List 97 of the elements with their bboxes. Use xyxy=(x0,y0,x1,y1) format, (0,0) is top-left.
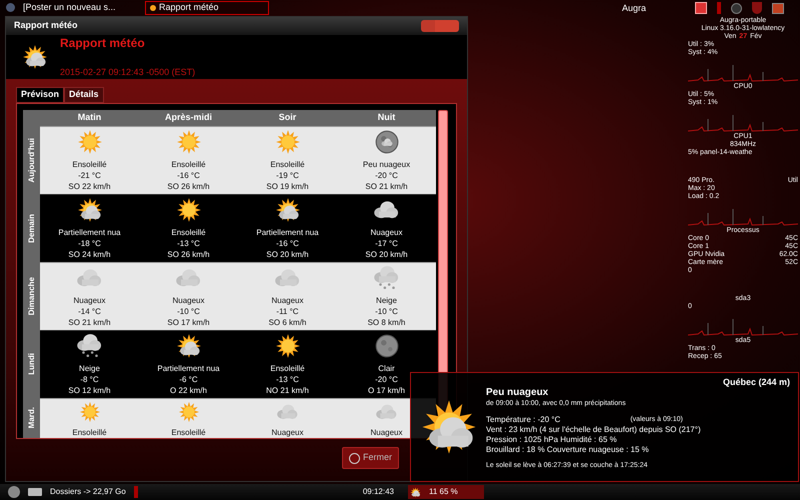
column-header: Après-midi xyxy=(164,111,213,124)
report-heading: Rapport météo xyxy=(60,35,146,52)
forecast-wind: SO 24 km/h xyxy=(68,249,111,260)
clock-label: 09:12:43 xyxy=(362,486,394,498)
weather-detail: Brouillard : 18 % Couverture nuageuse : 15 % xyxy=(486,445,650,455)
user-name: Augra xyxy=(622,2,646,15)
forecast-wind: NO 21 km/h xyxy=(266,385,309,396)
forecast-wind: O 17 km/h xyxy=(368,385,405,396)
condition-label: Peu nuageux xyxy=(486,387,550,399)
moon-icon xyxy=(374,333,400,359)
forecast-temperature: -16 °C xyxy=(276,238,299,249)
window-title: Rapport météo xyxy=(14,19,78,32)
forecast-condition: Ensoleillé xyxy=(171,427,206,438)
forecast-wind: SO 17 km/h xyxy=(167,317,210,328)
forecast-wind: SO 6 km/h xyxy=(268,317,306,328)
forecast-temperature: -10 °C xyxy=(177,306,200,317)
forecast-wind: SO 21 km/h xyxy=(365,181,408,192)
forecast-condition: Ensoleillé xyxy=(72,427,107,438)
forecast-temperature: -13 °C xyxy=(177,238,200,249)
forecast-wind: SO 26 km/h xyxy=(167,181,210,192)
row-header: Lundi xyxy=(26,353,36,375)
shield-icon[interactable] xyxy=(752,2,762,14)
forecast-wind: O 22 km/h xyxy=(170,385,207,396)
forecast-temperature: -19 °C xyxy=(276,170,299,181)
forecast-condition: Ensoleillé xyxy=(171,227,206,238)
row-header: Aujourd'hui xyxy=(26,138,37,182)
forecast-wind: SO 20 km/h xyxy=(266,249,309,260)
forecast-condition: Nuageux xyxy=(370,427,403,438)
forecast-condition: Nuageux xyxy=(172,295,205,306)
weather-detail: Pression : 1025 hPa Humidité : 65 % xyxy=(486,435,618,445)
forecast-temperature: -20 °C xyxy=(375,374,398,385)
forecast-wind: SO 21 km/h xyxy=(68,317,111,328)
location-label: Québec (244 m) xyxy=(722,377,790,387)
taskbar-button[interactable]: [Poster un nouveau s... xyxy=(19,0,141,14)
forecast-condition: Nuageux xyxy=(271,295,304,306)
sun-icon xyxy=(274,333,300,359)
tab[interactable]: Prévison xyxy=(16,87,64,103)
forecast-wind: SO 22 km/h xyxy=(68,181,111,192)
column-header: Soir xyxy=(278,111,298,124)
forecast-condition: Ensoleillé xyxy=(171,159,206,170)
forecast-temperature: -6 °C xyxy=(179,374,198,385)
tab[interactable]: Détails xyxy=(64,87,104,103)
sun-cloud-icon xyxy=(410,486,421,498)
disk-space-label: Dossiers -> 22,97 Go xyxy=(50,486,126,498)
temperature-reading: Température : -20 °C xyxy=(486,415,560,425)
forecast-wind: SO 19 km/h xyxy=(266,181,309,192)
forecast-temperature: -18 °C xyxy=(78,238,101,249)
forecast-wind: SO 20 km/h xyxy=(365,249,408,260)
close-button[interactable]: Fermer xyxy=(342,447,399,469)
snow-cloud-icon xyxy=(76,333,102,359)
forecast-condition: Nuageux xyxy=(370,227,403,238)
row-header: Mard. xyxy=(26,407,36,429)
column-header: Nuit xyxy=(376,111,396,124)
forecast-condition: Peu nuageux xyxy=(362,159,410,170)
sun-cloud-icon xyxy=(76,197,102,223)
forecast-condition: Ensoleillé xyxy=(270,363,305,374)
report-timestamp: 2015-02-27 09:12:43 -0500 (EST) xyxy=(60,66,196,80)
moon-cloud-icon xyxy=(374,129,400,155)
forecast-wind: SO 12 km/h xyxy=(68,385,111,396)
forecast-temperature: -16 °C xyxy=(177,170,200,181)
sun-cloud-icon xyxy=(22,44,48,70)
drive-icon[interactable] xyxy=(28,488,42,496)
disk-usage-bar xyxy=(134,486,138,498)
forecast-temperature: -8 °C xyxy=(80,374,99,385)
tray-icon[interactable] xyxy=(695,2,707,14)
forecast-condition: Neige xyxy=(376,295,397,306)
sun-cloud-icon xyxy=(274,197,300,223)
forecast-condition: Clair xyxy=(378,363,395,374)
snow-cloud-icon xyxy=(374,265,400,291)
forecast-temperature: -20 °C xyxy=(375,170,398,181)
forecast-condition: Partiellement nua xyxy=(157,363,220,374)
weather-tray-button[interactable]: 11 65 % xyxy=(408,485,484,499)
sun-icon xyxy=(76,129,102,155)
forecast-temperature: -17 °C xyxy=(375,238,398,249)
forecast-wind: SO 8 km/h xyxy=(368,317,406,328)
forecast-condition: Partiellement nua xyxy=(256,227,319,238)
weather-detail: Vent : 23 km/h (4 sur l'échelle de Beaufort) depuis SO (217°) xyxy=(486,425,702,435)
row-header: Dimanche xyxy=(26,276,36,316)
sun-icon xyxy=(274,129,300,155)
forecast-condition: Nuageux xyxy=(73,295,106,306)
forecast-temperature: -13 °C xyxy=(276,374,299,385)
forecast-condition: Ensoleillé xyxy=(72,159,107,170)
sun-cloud-icon xyxy=(176,333,202,359)
forecast-condition: Nuageux xyxy=(271,427,304,438)
forecast-condition: Neige xyxy=(79,363,100,374)
sun-icon xyxy=(176,129,202,155)
forecast-temperature: -11 °C xyxy=(276,306,299,317)
row-header: Demain xyxy=(26,214,36,242)
sun-icon xyxy=(176,197,202,223)
taskbar-button[interactable]: Rapport météo xyxy=(145,0,269,14)
forecast-temperature: -10 °C xyxy=(375,306,398,317)
forecast-condition: Ensoleillé xyxy=(270,159,305,170)
forecast-temperature: -14 °C xyxy=(78,306,101,317)
forecast-wind: SO 26 km/h xyxy=(167,249,210,260)
forecast-temperature: -21 °C xyxy=(78,170,101,181)
forecast-condition: Partiellement nua xyxy=(58,227,121,238)
column-header: Matin xyxy=(76,111,102,124)
